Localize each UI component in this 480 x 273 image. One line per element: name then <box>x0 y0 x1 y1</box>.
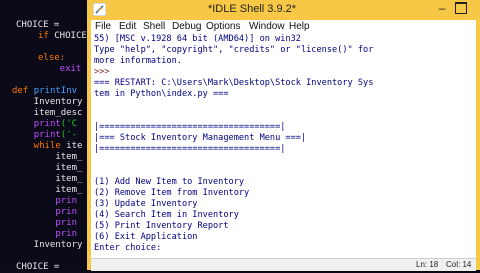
input-prompt-line: Enter choice: <box>94 243 162 253</box>
code-line: item_ <box>12 163 83 173</box>
menu-shell[interactable]: Shell <box>143 21 165 32</box>
idle-shell-window: *IDLE Shell 3.9.2* – File Edit Shell Deb… <box>87 0 480 271</box>
code-line: item_ <box>12 185 83 195</box>
code-line: prin <box>12 229 78 239</box>
code-line: CHOICE = <box>16 262 65 272</box>
code-line: Inventory <box>12 97 83 107</box>
code-line: if CHOICE <box>38 31 87 41</box>
code-line: exit <box>38 64 82 74</box>
code-line: print('C <box>33 119 78 129</box>
menu-option-line: (2) Remove Item from Inventory <box>94 188 250 198</box>
shell-output-area[interactable]: 55) [MSC v.1928 64 bit (AMD64)] on win32… <box>91 34 476 258</box>
code-line: else: <box>38 53 66 63</box>
menu-option-line: (3) Update Inventory <box>94 199 198 209</box>
column-number: Col: 14 <box>446 260 472 269</box>
menu-option-line: (5) Print Inventory Report <box>94 221 229 231</box>
shell-prompt: >>> <box>94 67 115 77</box>
menu-border-line: |===================================| <box>94 144 286 154</box>
menu-border-line: |===================================| <box>94 122 286 132</box>
code-line: CHOICE = <box>16 20 65 30</box>
menu-bar: File Edit Shell Debug Options Window Hel… <box>91 20 476 34</box>
menu-option-line: (6) Exit Application <box>94 232 198 242</box>
menu-options[interactable]: Options <box>206 21 240 32</box>
menu-help[interactable]: Help <box>289 21 310 32</box>
minimize-button[interactable]: – <box>435 2 449 16</box>
status-bar: Ln: 18 Col: 14 <box>91 258 476 271</box>
menu-option-line: (4) Search Item in Inventory <box>94 210 239 220</box>
window-title: *IDLE Shell 3.9.2* <box>207 3 297 15</box>
code-line: prin <box>12 196 78 206</box>
menu-edit[interactable]: Edit <box>119 21 136 32</box>
title-bar[interactable]: *IDLE Shell 3.9.2* – <box>87 0 480 20</box>
code-line: def printInv <box>12 86 78 96</box>
shell-line: === RESTART: C:\Users\Mark\Desktop\Stock… <box>94 78 374 88</box>
code-line: while ite <box>12 141 83 151</box>
code-line: item_desc <box>12 108 83 118</box>
shell-line: more information. <box>94 56 182 66</box>
maximize-button[interactable] <box>455 2 467 14</box>
menu-debug[interactable]: Debug <box>172 21 201 32</box>
code-line: prin <box>12 207 78 217</box>
menu-file[interactable]: File <box>95 21 111 32</box>
code-line: Inventory <box>12 240 83 250</box>
shell-line: tem in Python\index.py === <box>94 89 229 99</box>
line-number: Ln: 18 <box>416 260 439 269</box>
menu-heading-line: |=== Stock Inventory Management Menu ===… <box>94 133 307 143</box>
code-line: item_ <box>12 152 83 162</box>
shell-line: 55) [MSC v.1928 64 bit (AMD64)] on win32 <box>94 34 301 44</box>
code-line: print('- <box>33 130 78 140</box>
code-line: item_ <box>12 174 83 184</box>
shell-line: Type "help", "copyright", "credits" or "… <box>94 45 374 55</box>
menu-window[interactable]: Window <box>249 21 285 32</box>
code-line: prin <box>12 218 78 228</box>
menu-option-line: (1) Add New Item to Inventory <box>94 177 245 187</box>
